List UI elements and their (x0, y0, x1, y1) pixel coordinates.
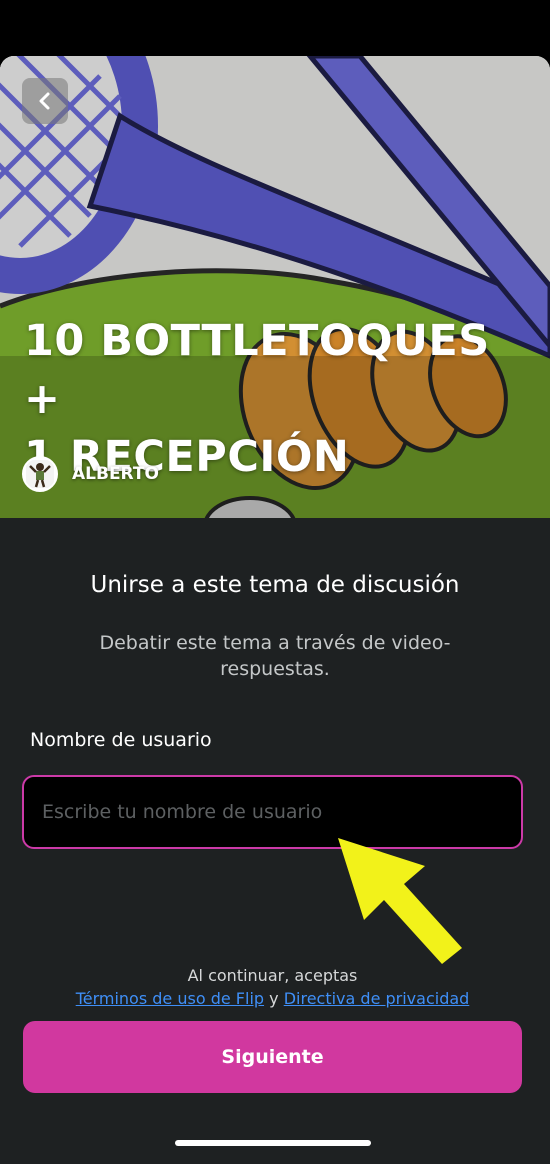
username-label: Nombre de usuario (30, 729, 212, 751)
avatar-figure-icon (26, 460, 54, 488)
privacy-policy-link[interactable]: Directiva de privacidad (284, 989, 470, 1008)
arrow-annotation-icon (338, 838, 462, 964)
join-subtitle: Debatir este tema a través de video-resp… (99, 632, 451, 680)
terms-links: Términos de uso de Flip y Directiva de p… (0, 989, 545, 1008)
terms-of-use-link[interactable]: Términos de uso de Flip (76, 989, 264, 1008)
home-indicator (175, 1140, 371, 1146)
terms-conjunction: y (269, 989, 279, 1008)
status-bar (0, 0, 550, 56)
chevron-left-icon (39, 92, 50, 110)
next-button[interactable]: Siguiente (23, 1021, 522, 1093)
author-name: ALBERTO (72, 464, 159, 484)
avatar (22, 456, 58, 492)
topic-title-line-1: 10 BOTTLETOQUES + (24, 316, 490, 424)
author-info: ALBERTO (22, 456, 159, 492)
back-button[interactable] (22, 78, 68, 124)
terms-lead-text: Al continuar, aceptas (187, 966, 358, 985)
join-title: Unirse a este tema de discusión (90, 572, 460, 598)
